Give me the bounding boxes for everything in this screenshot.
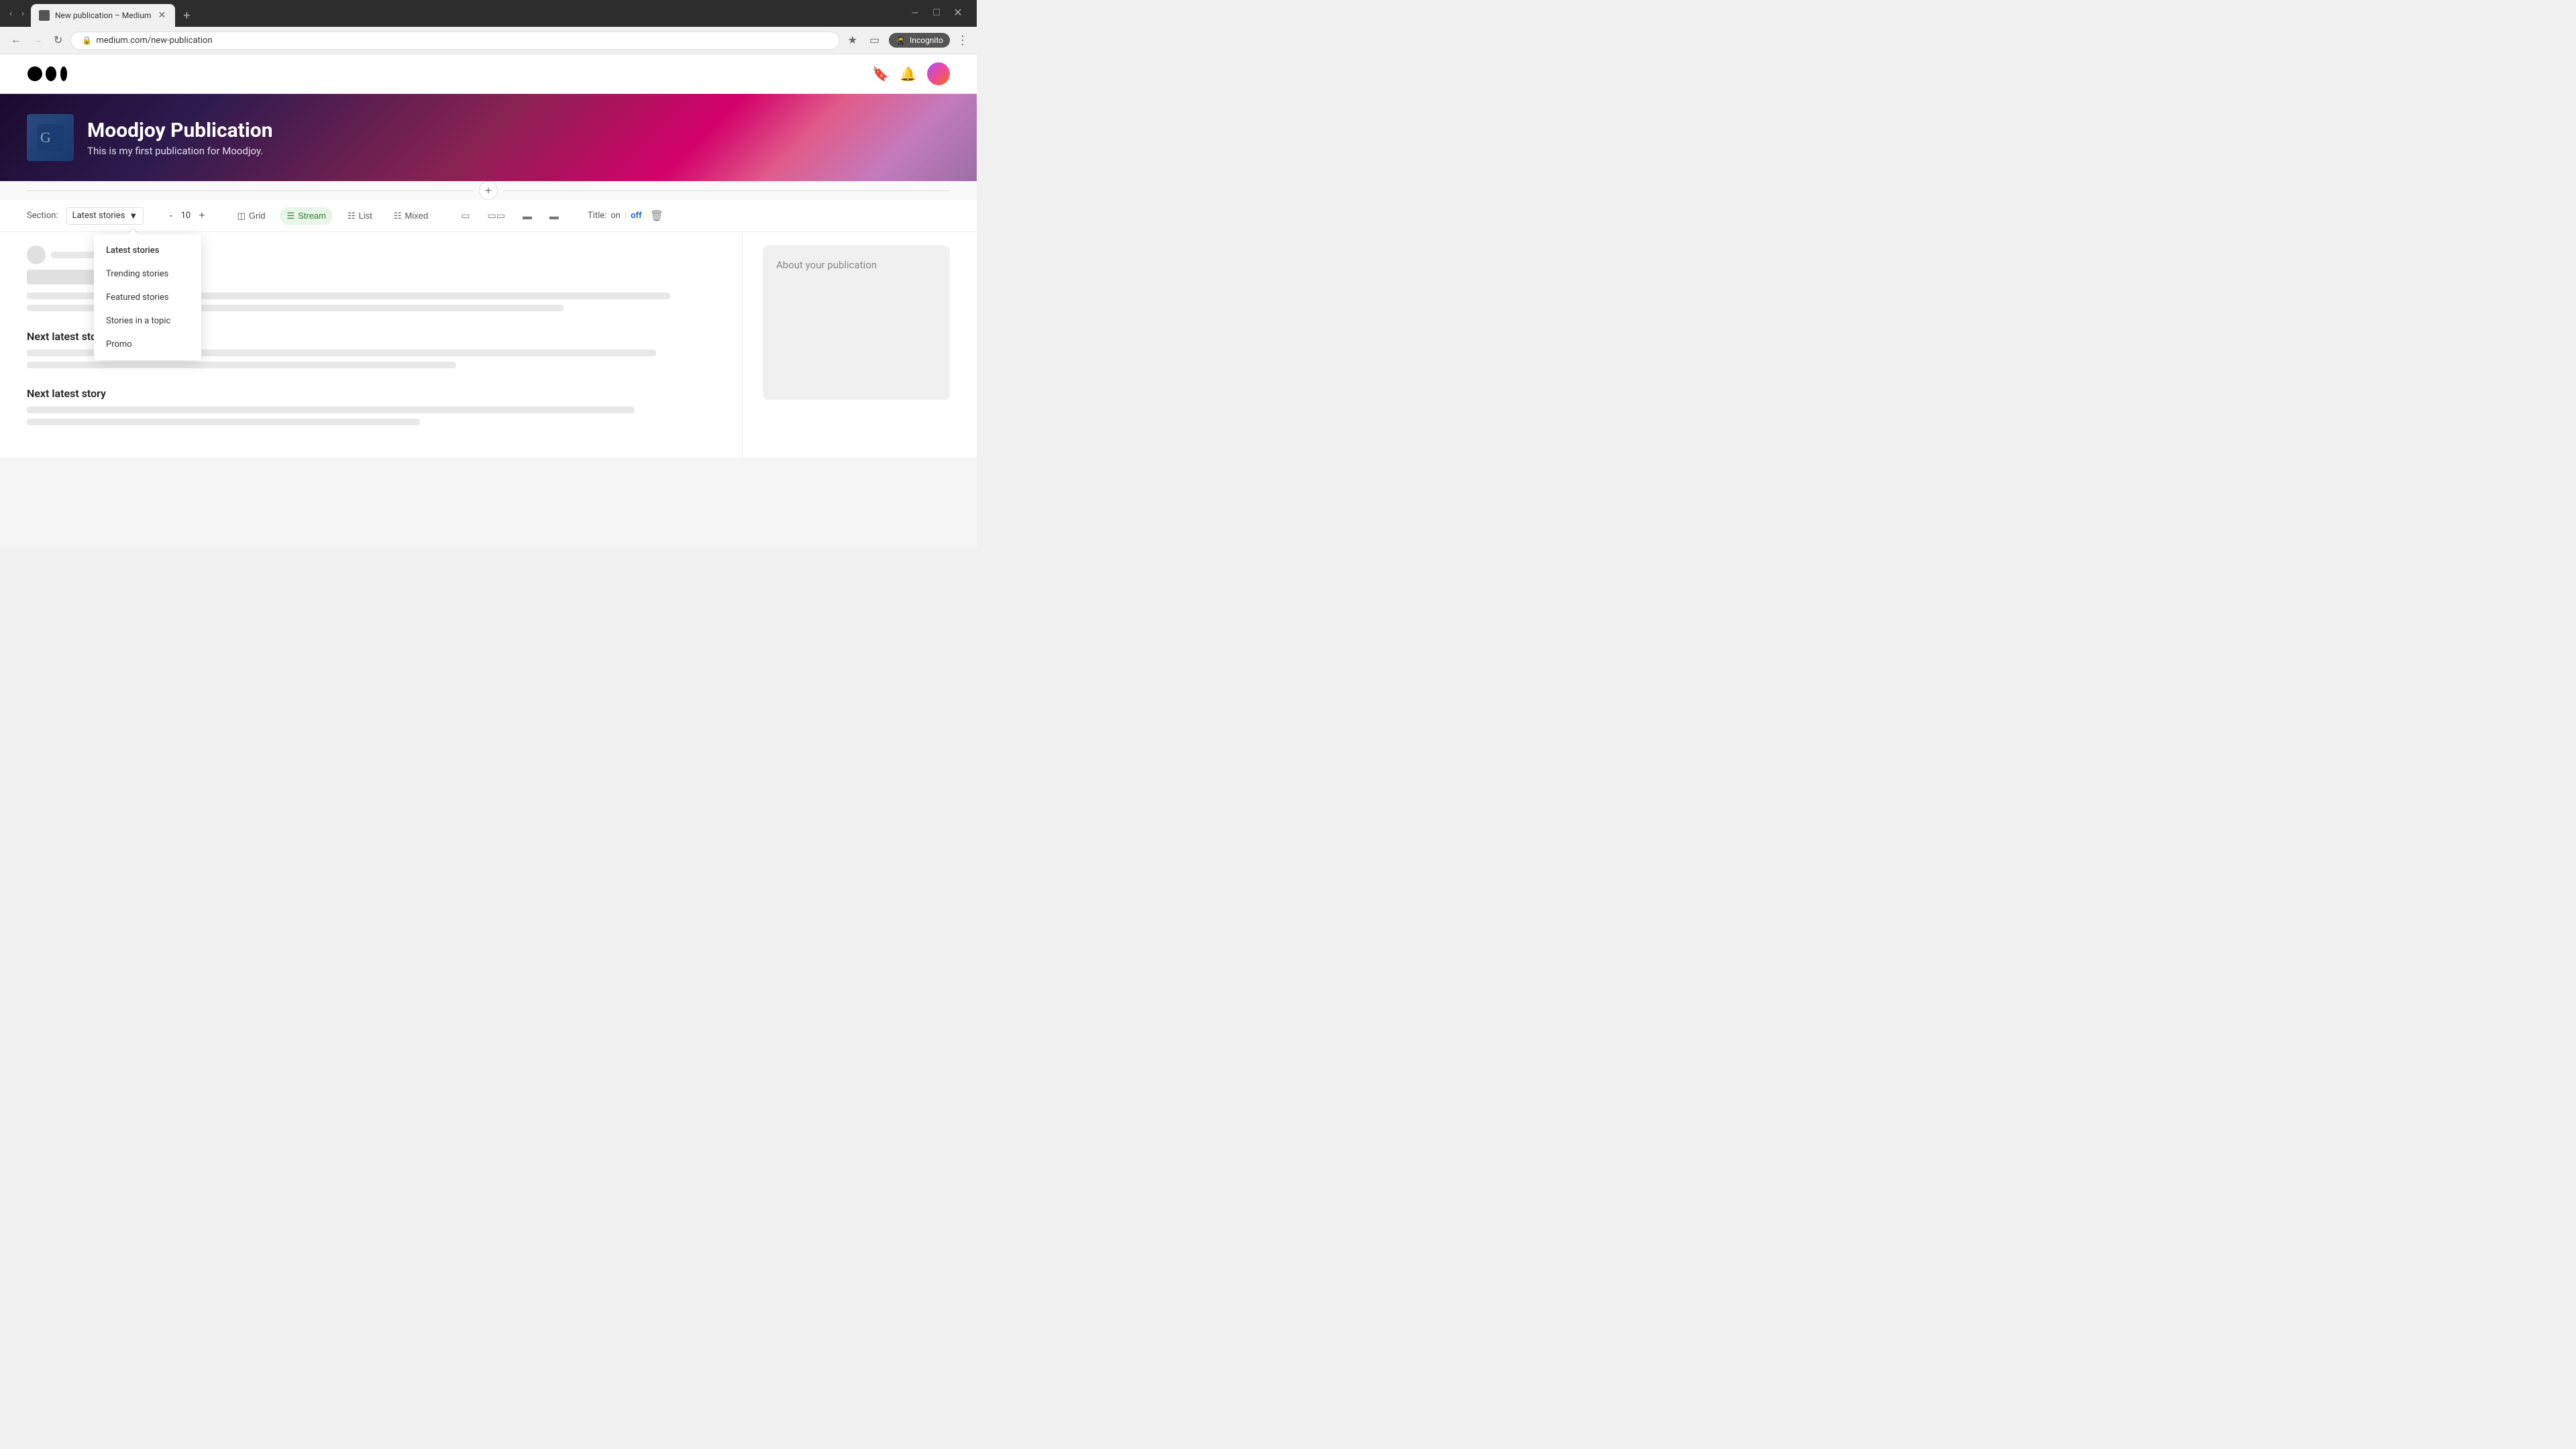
delete-section-btn[interactable]: 🗑 [650,209,663,223]
title-label: Title: [588,211,606,221]
view-mixed-btn[interactable]: ☷ Mixed [387,207,435,225]
about-pub-label: About your publication [776,259,877,271]
back-btn[interactable]: ← [8,32,24,49]
story-item-3: Next latest story [27,387,742,425]
count-value: 10 [181,211,191,221]
medium-header: 🔖 🔔 [0,54,977,94]
dropdown-arrow [127,229,138,235]
tab-favicon [39,10,50,21]
section-value: Latest stories [72,211,125,221]
close-btn[interactable]: ✕ [950,5,966,21]
maximize-btn[interactable]: □ [928,5,945,21]
view-stream-btn[interactable]: ☰ Stream [280,207,333,225]
dropdown-item-featured[interactable]: Featured stories [94,286,201,309]
section-label: Section: [27,211,58,221]
dropdown-item-latest[interactable]: Latest stories [94,239,201,262]
publication-desc: This is my first publication for Moodjoy… [87,145,273,157]
hero-text: Moodjoy Publication This is my first pub… [87,119,273,157]
address-actions: ★ ▭ 🥷 Incognito ⋮ [845,31,969,50]
security-icon: 🔒 [82,36,92,45]
count-plus-btn[interactable]: + [195,209,209,223]
tab-title: New publication – Medium [55,11,151,20]
screen-cast-btn[interactable]: ▭ [867,31,882,50]
title-on[interactable]: on [610,211,621,221]
dropdown-item-topic[interactable]: Stories in a topic [94,309,201,333]
add-section-btn[interactable]: + [479,181,498,200]
section-dropdown[interactable]: Latest stories ▼ [66,207,144,225]
count-ctrl: - 10 + [165,209,209,223]
layout-4col-btn[interactable]: ▬ [545,207,564,225]
tab-back-btn[interactable]: ‹ [5,6,16,21]
address-bar-row: ← → ↻ 🔒 medium.com/new-publication ★ ▭ 🥷… [0,27,977,54]
plus-icon: + [485,184,492,198]
address-field[interactable]: 🔒 medium.com/new-publication [70,32,839,50]
medium-logo-svg [27,64,77,84]
title-off[interactable]: off [631,211,642,221]
section-dropdown-menu: Latest stories Trending stories Featured… [94,235,201,360]
header-right: 🔖 🔔 [872,62,950,85]
sidebar-col: About your publication [742,232,950,458]
address-text: medium.com/new-publication [96,36,212,46]
publication-title: Moodjoy Publication [87,119,273,142]
section-toolbar: Section: Latest stories ▼ - 10 + ◫ Grid … [0,200,977,232]
chevron-down-icon: ▼ [129,211,138,221]
story-3-line-1 [27,407,635,413]
mixed-icon: ☷ [394,211,402,221]
count-minus-btn[interactable]: - [165,209,176,223]
title-sep: | [625,211,627,221]
browser-chrome: ‹ › New publication – Medium ✕ + – □ ✕ ←… [0,0,977,54]
publication-logo: G [27,114,74,161]
tab-close-btn[interactable]: ✕ [156,10,167,21]
list-icon: ☷ [347,211,356,221]
view-list-btn[interactable]: ☷ List [341,207,379,225]
new-tab-btn[interactable]: + [178,9,195,23]
story-3-line-2 [27,419,420,425]
forward-btn[interactable]: → [30,32,46,49]
dropdown-item-promo[interactable]: Promo [94,333,201,356]
svg-text:G: G [40,129,51,146]
browser-menu-btn[interactable]: ⋮ [957,34,969,48]
next-story-line-2 [27,362,456,368]
bookmark-icon-btn[interactable]: 🔖 [872,66,889,83]
view-grid-btn[interactable]: ◫ Grid [231,207,272,225]
list-label: List [359,211,372,221]
dropdown-item-trending[interactable]: Trending stories [94,262,201,286]
layout-1col-btn[interactable]: ▭ [456,207,474,225]
layout-2col-btn[interactable]: ▭▭ [482,207,509,225]
bell-icon-btn[interactable]: 🔔 [900,66,916,83]
avatar[interactable] [927,62,950,85]
hero-banner: G Moodjoy Publication This is my first p… [0,94,977,181]
story-3-title: Next latest story [27,387,742,400]
incognito-label: Incognito [910,36,943,45]
window-controls: – □ ✕ [902,4,971,27]
grid-icon: ◫ [237,211,246,221]
minimize-btn[interactable]: – [907,5,923,21]
about-pub-box: About your publication [763,246,950,400]
page-content: 🔖 🔔 G Moodjoy Publication This is my fir… [0,54,977,548]
mixed-label: Mixed [405,211,429,221]
stream-icon: ☰ [286,211,294,221]
layout-3col-btn[interactable]: ▬ [518,207,537,225]
bookmark-addr-btn[interactable]: ★ [845,31,860,50]
tab-forward-btn[interactable]: › [17,6,28,21]
grid-label: Grid [249,211,266,221]
pub-logo-svg: G [34,121,67,154]
active-tab[interactable]: New publication – Medium ✕ [31,4,175,27]
add-section-row: + [0,181,977,200]
stream-label: Stream [298,211,326,221]
incognito-badge[interactable]: 🥷 Incognito [889,33,950,48]
incognito-icon: 🥷 [896,36,906,45]
title-ctrl: Title: on | off [588,211,642,221]
reload-btn[interactable]: ↻ [51,31,65,50]
medium-logo [27,64,77,84]
